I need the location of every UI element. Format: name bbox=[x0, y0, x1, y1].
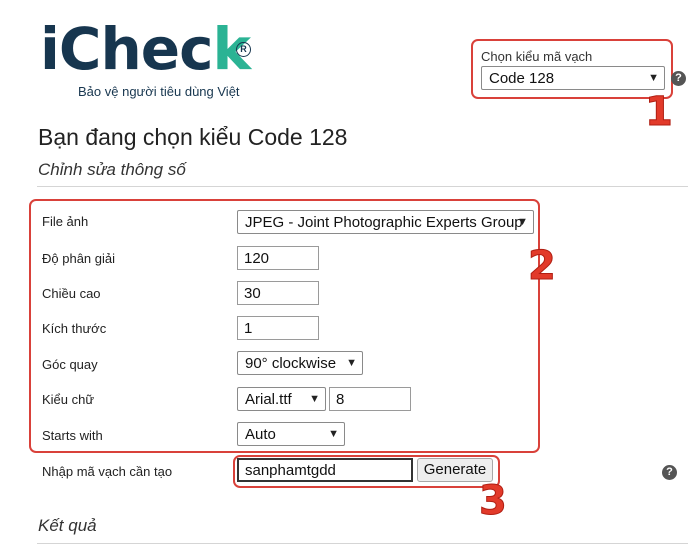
rotation-select[interactable]: 90° clockwise ▼ bbox=[237, 351, 363, 375]
file-format-label: File ảnh bbox=[42, 214, 89, 229]
size-input[interactable]: 1 bbox=[237, 316, 319, 340]
starts-with-select[interactable]: Auto ▼ bbox=[237, 422, 345, 446]
step-number-3: 3 bbox=[479, 478, 508, 524]
divider bbox=[37, 186, 688, 187]
font-size-value: 8 bbox=[336, 390, 345, 408]
font-value: Arial.ttf bbox=[245, 390, 292, 408]
barcode-type-label: Chọn kiểu mã vạch bbox=[481, 49, 593, 64]
resolution-value: 120 bbox=[244, 249, 270, 267]
starts-with-value: Auto bbox=[245, 425, 276, 443]
file-format-value: JPEG - Joint Photographic Experts Group bbox=[245, 213, 523, 231]
rotation-value: 90° clockwise bbox=[245, 354, 337, 372]
font-label: Kiểu chữ bbox=[42, 392, 95, 407]
rotation-label: Góc quay bbox=[42, 357, 98, 372]
file-format-select[interactable]: JPEG - Joint Photographic Experts Group … bbox=[237, 210, 534, 234]
barcode-text-input[interactable]: sanphamtgdd bbox=[237, 458, 413, 482]
help-icon[interactable]: ? bbox=[662, 465, 677, 480]
barcode-type-value: Code 128 bbox=[489, 69, 555, 87]
barcode-type-select[interactable]: Code 128 ▼ bbox=[481, 66, 665, 90]
size-value: 1 bbox=[244, 319, 253, 337]
font-select[interactable]: Arial.ttf ▼ bbox=[237, 387, 326, 411]
barcode-text-value: sanphamtgdd bbox=[245, 461, 336, 479]
step-number-2: 2 bbox=[528, 243, 557, 289]
resolution-input[interactable]: 120 bbox=[237, 246, 319, 270]
page-title: Bạn đang chọn kiểu Code 128 bbox=[38, 124, 348, 150]
height-value: 30 bbox=[244, 284, 261, 302]
help-icon[interactable]: ? bbox=[671, 71, 686, 86]
step-number-1: 1 bbox=[645, 89, 674, 135]
divider bbox=[37, 543, 688, 544]
chevron-down-icon: ▼ bbox=[346, 357, 357, 369]
chevron-down-icon: ▼ bbox=[648, 72, 659, 84]
chevron-down-icon: ▼ bbox=[309, 393, 320, 405]
logo-text: iChec bbox=[40, 15, 213, 83]
icheck-logo: iCheck bbox=[40, 15, 251, 83]
height-input[interactable]: 30 bbox=[237, 281, 319, 305]
chevron-down-icon: ▼ bbox=[517, 216, 528, 228]
barcode-input-label: Nhập mã vạch cần tạo bbox=[42, 464, 173, 479]
registered-mark-icon: R bbox=[236, 42, 251, 57]
size-label: Kích thước bbox=[42, 321, 107, 336]
resolution-label: Độ phân giải bbox=[42, 251, 115, 266]
starts-with-label: Starts with bbox=[42, 428, 103, 443]
font-size-input[interactable]: 8 bbox=[329, 387, 411, 411]
chevron-down-icon: ▼ bbox=[328, 428, 339, 440]
logo-tagline: Bảo vệ người tiêu dùng Việt bbox=[78, 84, 240, 99]
section-title-edit-params: Chỉnh sửa thông số bbox=[38, 160, 186, 179]
result-section-title: Kết quả bbox=[38, 516, 97, 535]
height-label: Chiều cao bbox=[42, 286, 101, 301]
